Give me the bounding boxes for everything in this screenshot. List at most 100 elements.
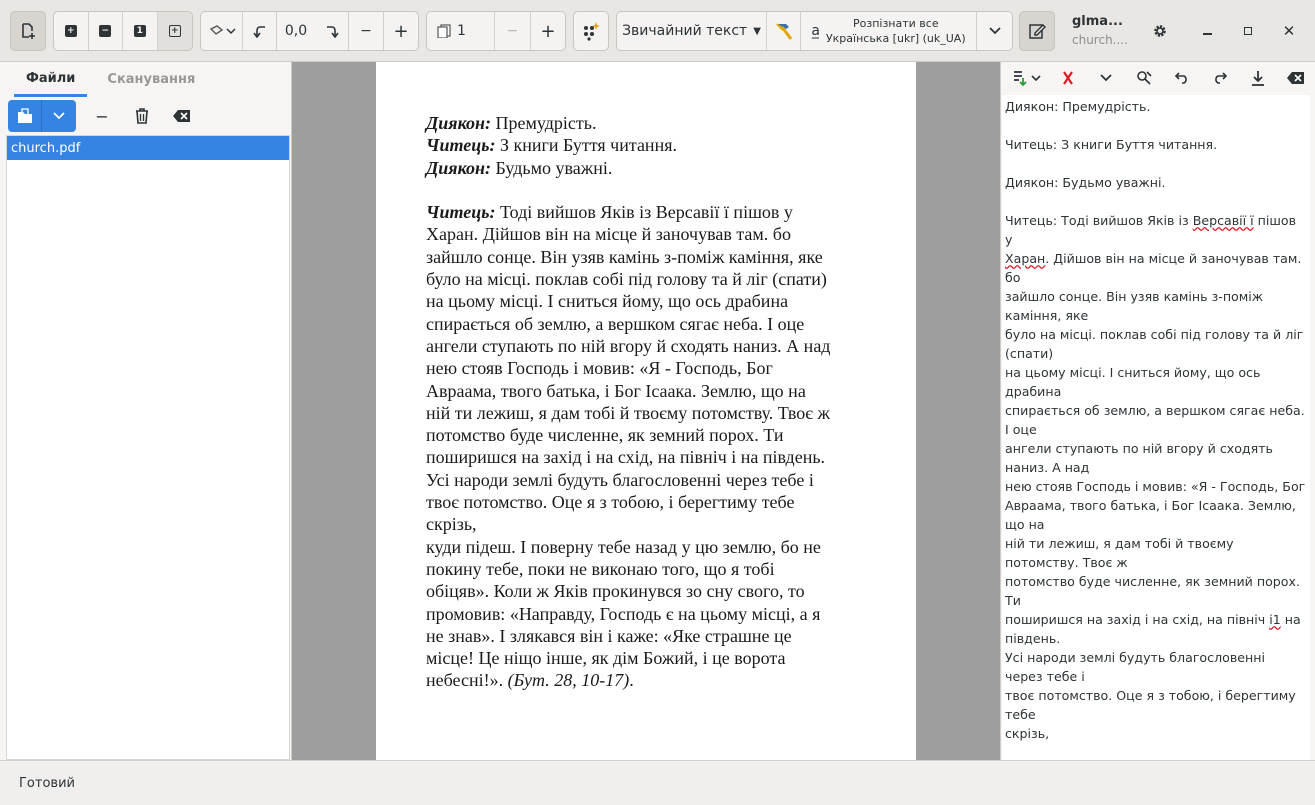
save-output-button[interactable] bbox=[1239, 63, 1277, 93]
autodetect-icon bbox=[584, 22, 600, 41]
output-mode-menu-button[interactable] bbox=[1005, 63, 1049, 93]
document-line: ангели ступають по ній вгору й сходять н… bbox=[426, 335, 876, 357]
add-file-button[interactable] bbox=[8, 100, 42, 132]
chevron-down-icon bbox=[1100, 74, 1112, 82]
maximize-button[interactable] bbox=[1233, 11, 1263, 51]
tab-files[interactable]: Файли bbox=[14, 62, 88, 97]
speaker-label: Читець: bbox=[426, 202, 496, 223]
minimize-button[interactable] bbox=[1192, 11, 1222, 51]
document-text: Диякон: Премудрість. Читець: З книги Бутт… bbox=[426, 112, 876, 692]
ocr-mode-button[interactable] bbox=[767, 12, 801, 50]
output-line: Ти bbox=[1005, 593, 1021, 608]
delete-file-button[interactable] bbox=[124, 100, 160, 132]
document-line: ній ти лежиш, я дам тобі й твоєму потомс… bbox=[426, 402, 876, 424]
document-line: Читець: З книги Буття читання. bbox=[426, 134, 876, 156]
output-line: наниз. А над bbox=[1005, 460, 1090, 475]
page-increase-button[interactable]: + bbox=[531, 12, 565, 50]
output-toolbar bbox=[1001, 62, 1315, 94]
strip-linebreaks-button[interactable] bbox=[1049, 63, 1087, 93]
page-decrease-button[interactable]: − bbox=[495, 12, 531, 50]
clear-output-button[interactable] bbox=[1277, 63, 1315, 93]
output-line: драбина bbox=[1005, 384, 1062, 399]
line-text: обіцяв». Коли ж Яків прокинувся зо сну с… bbox=[426, 581, 805, 602]
output-line: спирається об землю, а вершком сягає неб… bbox=[1005, 403, 1305, 418]
page-entry[interactable]: 1 bbox=[427, 12, 495, 50]
output-line: Диякон: Премудрість. bbox=[1005, 99, 1151, 114]
undo-button[interactable] bbox=[1163, 63, 1201, 93]
document-line: скрізь, bbox=[426, 513, 876, 535]
output-line: південь. bbox=[1005, 631, 1061, 646]
output-line: (спати) bbox=[1005, 346, 1054, 361]
close-window-button[interactable]: ✕ bbox=[1274, 11, 1304, 51]
recognize-all-button[interactable]: a̲ Розпізнати все Українська [ukr] (uk_U… bbox=[801, 12, 977, 50]
output-line: Читець: З книги Буття читання. bbox=[1005, 137, 1218, 152]
output-line: потомство буде численне, як земний порох… bbox=[1005, 574, 1300, 589]
autodetect-layout-button[interactable] bbox=[573, 11, 609, 51]
open-file-icon bbox=[17, 108, 32, 123]
clear-list-button[interactable] bbox=[164, 100, 200, 132]
minimize-icon bbox=[1202, 33, 1212, 35]
rotation-increase-button[interactable]: + bbox=[384, 12, 418, 50]
tab-scan[interactable]: Сканування bbox=[95, 62, 207, 97]
file-row[interactable]: church.pdf bbox=[7, 136, 289, 160]
line-text: на цьому місці. І сниться йому, що ось д… bbox=[426, 291, 789, 312]
line-text: Усі народи землі будуть благословенні че… bbox=[426, 469, 814, 490]
add-file-dropdown[interactable] bbox=[42, 100, 76, 132]
misspelled-word[interactable]: Версавії ї bbox=[1193, 213, 1254, 228]
document-line: поширишся на захід і на схід, на північ … bbox=[426, 446, 876, 468]
misspelled-word[interactable]: і1 bbox=[1269, 612, 1281, 627]
line-text: не знав». І злякався він і каже: «Яке ст… bbox=[426, 625, 792, 646]
rotate-left-icon bbox=[252, 26, 265, 38]
output-mode-dropdown[interactable]: Звичайний текст ▼ bbox=[617, 12, 767, 50]
zoom-out-button[interactable]: − bbox=[89, 12, 123, 50]
line-text: небесні!». bbox=[426, 670, 508, 691]
output-pane: Диякон: Премудрість. Читець: З книги Бут… bbox=[1000, 62, 1315, 760]
document-view[interactable]: Диякон: Премудрість. Читець: З книги Бутт… bbox=[292, 62, 1000, 760]
output-line: було на місці. поклав собі під голову та… bbox=[1005, 327, 1304, 342]
zoom-normal-button[interactable]: 1 bbox=[123, 12, 158, 50]
rotation-decrease-button[interactable]: − bbox=[349, 12, 384, 50]
line-text: ангели ступають по ній вгору й сходять н… bbox=[426, 335, 831, 356]
file-name: church.pdf bbox=[11, 140, 81, 156]
remove-file-button[interactable]: − bbox=[84, 100, 120, 132]
line-text: було на місці. поклав собі під голову та… bbox=[426, 269, 827, 290]
file-list: church.pdf bbox=[6, 135, 290, 760]
output-line: Авраама, твого батька, і Бог Ісаака. Зем… bbox=[1005, 498, 1296, 513]
find-replace-button[interactable] bbox=[1125, 63, 1163, 93]
add-file-split-button bbox=[8, 100, 76, 132]
rotation-entry[interactable]: 0,0 bbox=[277, 12, 315, 50]
rotate-left-button[interactable] bbox=[243, 12, 277, 50]
window-title: glma... church.... bbox=[1072, 14, 1132, 47]
app-title: glma... bbox=[1072, 14, 1123, 29]
pages-icon bbox=[437, 24, 451, 38]
output-line: нею стояв Господь і мовив: «Я - Господь,… bbox=[1005, 479, 1306, 494]
output-line: потомству. Твоє ж bbox=[1005, 555, 1128, 570]
document-page[interactable]: Диякон: Премудрість. Читець: З книги Бутт… bbox=[376, 62, 916, 760]
gear-icon bbox=[1154, 25, 1166, 37]
output-text-view[interactable]: Диякон: Премудрість. Читець: З книги Бут… bbox=[1002, 95, 1310, 760]
line-text: нею стояв Господь і мовив: «Я - Господь,… bbox=[426, 358, 773, 379]
output-line: Читець: Тоді вийшов Яків із Версавії ї п… bbox=[1005, 213, 1297, 228]
recognize-icon: a̲ bbox=[811, 23, 820, 39]
language-dropdown[interactable] bbox=[977, 12, 1012, 50]
output-line: твоє потомство. Оце я з тобою, і берегти… bbox=[1005, 688, 1296, 703]
add-image-button[interactable] bbox=[10, 11, 46, 51]
output-mode-label: Звичайний текст bbox=[622, 23, 748, 39]
strip-options-dropdown[interactable] bbox=[1087, 63, 1125, 93]
misspelled-word[interactable]: Харан bbox=[1005, 251, 1045, 266]
edit-output-button[interactable] bbox=[1019, 11, 1055, 51]
rotate-right-button[interactable] bbox=[315, 12, 349, 50]
zoom-out-icon: − bbox=[99, 25, 112, 37]
output-line: скрізь, bbox=[1005, 726, 1050, 741]
rotate-mode-dropdown[interactable] bbox=[201, 12, 243, 50]
document-line: промовив: «Направду, Господь є на цьому … bbox=[426, 603, 876, 625]
status-bar: Готовий bbox=[0, 760, 1315, 805]
rotate-mode-icon bbox=[209, 25, 236, 35]
backspace-icon bbox=[1287, 72, 1304, 84]
zoom-fit-button[interactable]: + bbox=[157, 12, 192, 50]
settings-button[interactable] bbox=[1142, 11, 1178, 51]
redo-button[interactable] bbox=[1201, 63, 1239, 93]
minus-icon: − bbox=[506, 23, 519, 39]
zoom-in-button[interactable]: + bbox=[54, 12, 89, 50]
